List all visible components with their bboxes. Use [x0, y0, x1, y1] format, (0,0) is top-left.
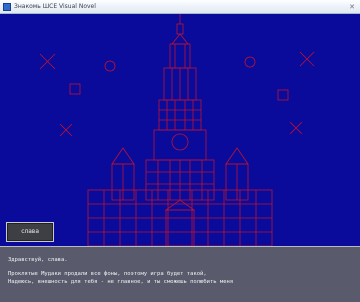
dialog-line: Надеюсь, внешность для тебя - не главное… [8, 279, 234, 285]
title-bar: Знакомь ШСЕ Visual Novel ✕ [0, 0, 360, 14]
app-icon [3, 3, 11, 11]
speaker-name: слава [20, 228, 40, 235]
speaker-nameplate: слава [6, 222, 54, 242]
game-window: Знакомь ШСЕ Visual Novel ✕ слава Здравст… [0, 0, 360, 302]
window-title: Знакомь ШСЕ Visual Novel [14, 3, 96, 10]
dialog-line: Проклятые Мудаки продали все фоны, поэто… [8, 271, 207, 277]
close-icon[interactable]: ✕ [348, 1, 356, 13]
dialog-box[interactable]: Здравствуй, слава. Проклятые Мудаки прод… [0, 246, 360, 302]
dialog-line: Здравствуй, слава. [8, 257, 68, 263]
